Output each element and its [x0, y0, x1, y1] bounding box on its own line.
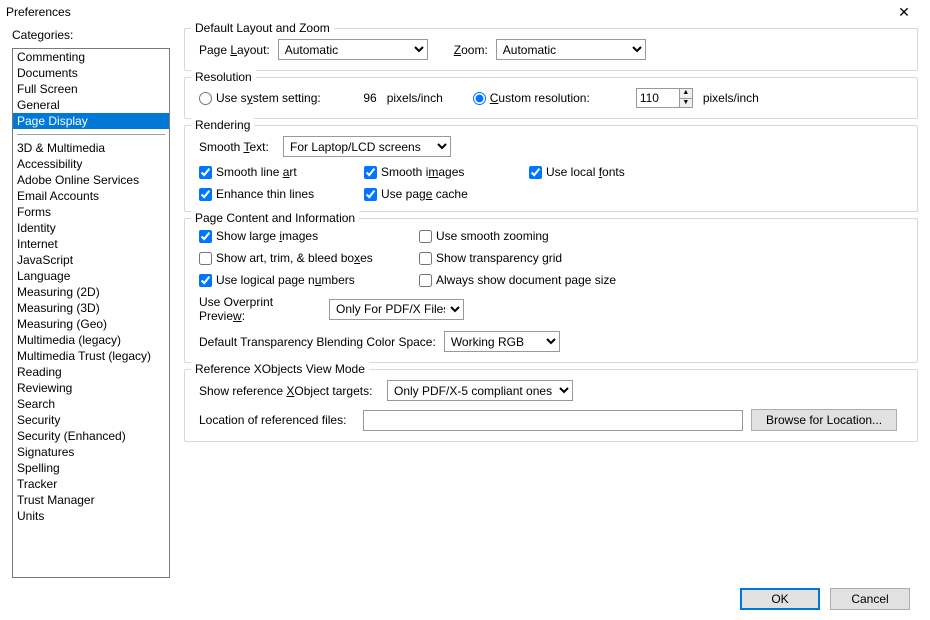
location-input [363, 410, 743, 431]
categories-label: Categories: [12, 28, 170, 42]
default-transparency-select[interactable]: Working RGB [444, 331, 560, 352]
show-transparency-grid-checkbox[interactable]: Show transparency grid [419, 251, 562, 265]
category-item[interactable]: JavaScript [13, 252, 169, 268]
group-rendering: Rendering Smooth Text: For Laptop/LCD sc… [184, 125, 918, 212]
category-item[interactable]: Multimedia Trust (legacy) [13, 348, 169, 364]
smooth-line-art-checkbox[interactable]: Smooth line art [199, 165, 334, 179]
group-title-resolution: Resolution [191, 70, 256, 84]
smooth-text-label: Smooth Text: [199, 140, 275, 154]
always-show-doc-size-checkbox[interactable]: Always show document page size [419, 273, 616, 287]
group-title-xobjects: Reference XObjects View Mode [191, 362, 369, 376]
category-item[interactable]: Email Accounts [13, 188, 169, 204]
show-xobject-label: Show reference XObject targets: [199, 384, 379, 398]
browse-location-button[interactable]: Browse for Location... [751, 409, 897, 431]
category-item[interactable]: Documents [13, 65, 169, 81]
group-title-rendering: Rendering [191, 118, 254, 132]
category-separator [17, 134, 165, 135]
zoom-label: Zoom: [454, 43, 488, 57]
custom-res-radio[interactable]: Custom resolution: [473, 91, 590, 105]
category-item[interactable]: Reviewing [13, 380, 169, 396]
group-default-layout: Default Layout and Zoom Page Layout: Aut… [184, 28, 918, 71]
show-large-images-checkbox[interactable]: Show large images [199, 229, 389, 243]
group-page-content: Page Content and Information Show large … [184, 218, 918, 363]
location-label: Location of referenced files: [199, 413, 355, 427]
category-item[interactable]: Trust Manager [13, 492, 169, 508]
use-local-fonts-checkbox[interactable]: Use local fonts [529, 165, 625, 179]
cancel-button[interactable]: Cancel [830, 588, 910, 610]
category-item[interactable]: Measuring (Geo) [13, 316, 169, 332]
category-item[interactable]: Identity [13, 220, 169, 236]
category-item[interactable]: Reading [13, 364, 169, 380]
close-icon[interactable]: ✕ [884, 4, 924, 21]
category-item[interactable]: Full Screen [13, 81, 169, 97]
page-layout-label: Page Layout: [199, 43, 270, 57]
category-item[interactable]: Measuring (2D) [13, 284, 169, 300]
category-item[interactable]: Multimedia (legacy) [13, 332, 169, 348]
category-item[interactable]: Commenting [13, 49, 169, 65]
category-item[interactable]: Security [13, 412, 169, 428]
category-item[interactable]: Tracker [13, 476, 169, 492]
smooth-text-select[interactable]: For Laptop/LCD screens [283, 136, 451, 157]
use-page-cache-checkbox[interactable]: Use page cache [364, 187, 468, 201]
category-item[interactable]: Adobe Online Services [13, 172, 169, 188]
ok-button[interactable]: OK [740, 588, 820, 610]
overprint-select[interactable]: Only For PDF/X Files [329, 299, 464, 320]
categories-list[interactable]: CommentingDocumentsFull ScreenGeneralPag… [12, 48, 170, 578]
page-layout-select[interactable]: Automatic [278, 39, 428, 60]
custom-res-input[interactable] [636, 88, 680, 108]
spin-down-icon: ▼ [679, 98, 693, 108]
group-xobjects: Reference XObjects View Mode Show refere… [184, 369, 918, 442]
use-smooth-zooming-checkbox[interactable]: Use smooth zooming [419, 229, 549, 243]
titlebar: Preferences ✕ [0, 0, 930, 24]
show-xobject-select[interactable]: Only PDF/X-5 compliant ones [387, 380, 573, 401]
smooth-images-checkbox[interactable]: Smooth images [364, 165, 499, 179]
category-item[interactable]: Forms [13, 204, 169, 220]
category-item[interactable]: Measuring (3D) [13, 300, 169, 316]
custom-res-unit: pixels/inch [703, 91, 759, 105]
system-res-value: 96 [347, 91, 377, 105]
category-item[interactable]: Units [13, 508, 169, 524]
use-system-radio[interactable]: Use system setting: [199, 91, 321, 105]
overprint-label: Use Overprint Preview: [199, 295, 321, 323]
category-item[interactable]: 3D & Multimedia [13, 140, 169, 156]
use-logical-page-numbers-checkbox[interactable]: Use logical page numbers [199, 273, 389, 287]
enhance-thin-lines-checkbox[interactable]: Enhance thin lines [199, 187, 334, 201]
category-item[interactable]: Security (Enhanced) [13, 428, 169, 444]
show-art-trim-bleed-checkbox[interactable]: Show art, trim, & bleed boxes [199, 251, 389, 265]
zoom-select[interactable]: Automatic [496, 39, 646, 60]
window-title: Preferences [6, 5, 71, 19]
category-item[interactable]: Page Display [13, 113, 169, 129]
group-resolution: Resolution Use system setting: 96 pixels… [184, 77, 918, 119]
category-item[interactable]: Signatures [13, 444, 169, 460]
system-res-unit: pixels/inch [387, 91, 443, 105]
spin-up-icon: ▲ [679, 88, 693, 98]
category-item[interactable]: Accessibility [13, 156, 169, 172]
category-item[interactable]: Internet [13, 236, 169, 252]
category-item[interactable]: Search [13, 396, 169, 412]
category-item[interactable]: General [13, 97, 169, 113]
group-title-content: Page Content and Information [191, 211, 359, 225]
default-transparency-label: Default Transparency Blending Color Spac… [199, 335, 436, 349]
category-item[interactable]: Spelling [13, 460, 169, 476]
category-item[interactable]: Language [13, 268, 169, 284]
group-title-layout: Default Layout and Zoom [191, 21, 334, 35]
spin-buttons[interactable]: ▲▼ [679, 88, 693, 108]
